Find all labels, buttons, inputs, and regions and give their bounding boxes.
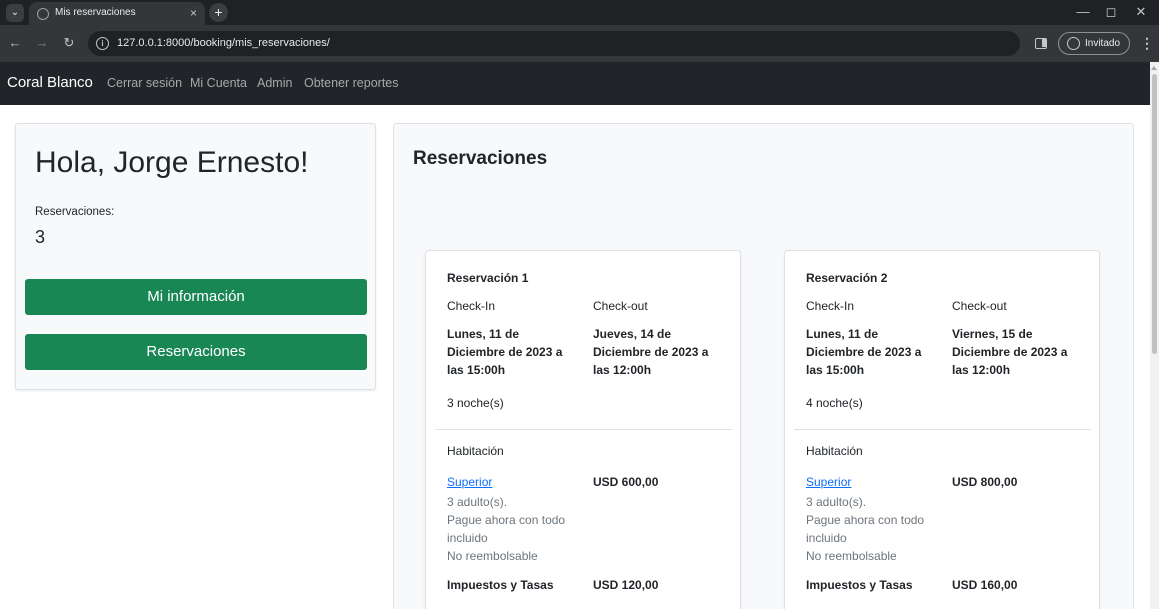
new-tab-icon[interactable]: +	[209, 3, 228, 22]
room-refund-policy: No reembolsable	[447, 549, 538, 563]
tax-label: Impuestos y Tasas	[447, 578, 554, 592]
profile-button[interactable]: Invitado	[1058, 32, 1130, 55]
room-details: 3 adulto(s). Pague ahora con todo inclui…	[447, 493, 582, 565]
checkin-date: Lunes, 11 de Diciembre de 2023 a las 15:…	[447, 327, 563, 377]
brand-logo[interactable]: Coral Blanco	[7, 74, 93, 91]
greeting-heading: Hola, Jorge Ernesto!	[35, 146, 309, 179]
user-summary-card: Hola, Jorge Ernesto! Reservaciones: 3 Mi…	[15, 123, 376, 390]
nights-count: 4 noche(s)	[806, 396, 863, 410]
nav-link-admin[interactable]: Admin	[257, 76, 292, 90]
browser-tab[interactable]: Mis reservaciones ×	[29, 2, 205, 25]
tax-amount: USD 120,00	[593, 578, 659, 592]
checkout-date: Viernes, 15 de Diciembre de 2023 a las 1…	[952, 327, 1068, 377]
reservations-panel: Reservaciones Reservación 1 Check-In Che…	[393, 123, 1134, 609]
tab-search-icon[interactable]: ⌄	[6, 4, 24, 22]
room-details: 3 adulto(s). Pague ahora con todo inclui…	[806, 493, 941, 565]
room-name-link[interactable]: Superior	[447, 475, 492, 489]
nav-link-logout[interactable]: Cerrar sesión	[107, 76, 182, 90]
tab-close-icon[interactable]: ×	[190, 5, 197, 21]
reservations-count: 3	[35, 227, 46, 247]
reservations-heading: Reservaciones	[413, 148, 548, 169]
reload-icon[interactable]: ↻	[60, 34, 78, 52]
checkout-label: Check-out	[952, 299, 1007, 313]
side-panel-icon[interactable]	[1035, 38, 1047, 49]
profile-label: Invitado	[1085, 38, 1121, 49]
divider	[794, 429, 1091, 430]
room-price: USD 800,00	[952, 475, 1018, 489]
scroll-up-icon[interactable]	[1151, 66, 1157, 70]
reservation-card: Reservación 1 Check-In Check-out Lunes, …	[425, 250, 741, 609]
my-info-button[interactable]: Mi información	[25, 279, 367, 315]
room-label: Habitación	[447, 444, 504, 458]
back-arrow-icon[interactable]: ←	[6, 34, 24, 52]
room-rate-plan: Pague ahora con todo incluido	[447, 513, 566, 545]
forward-arrow-icon[interactable]: →	[33, 34, 51, 52]
checkin-label: Check-In	[806, 299, 855, 313]
reservation-title: Reservación 2	[806, 271, 888, 285]
site-info-icon[interactable]: i	[96, 37, 109, 50]
more-menu-icon[interactable]: ⋮	[1140, 34, 1154, 52]
address-bar[interactable]: i 127.0.0.1:8000/booking/mis_reservacion…	[88, 31, 1020, 56]
room-name-link[interactable]: Superior	[806, 475, 851, 489]
checkin-date: Lunes, 11 de Diciembre de 2023 a las 15:…	[806, 327, 922, 377]
page-scrollbar[interactable]	[1150, 62, 1159, 609]
minimize-icon[interactable]: —	[1069, 2, 1097, 22]
restore-icon[interactable]: ◻	[1097, 2, 1125, 22]
site-navbar: Coral Blanco Cerrar sesión Mi Cuenta Adm…	[0, 62, 1159, 105]
room-refund-policy: No reembolsable	[806, 549, 897, 563]
room-occupancy: 3 adulto(s).	[447, 495, 508, 509]
url-text: 127.0.0.1:8000/booking/mis_reservaciones…	[117, 37, 330, 49]
globe-icon	[37, 8, 49, 20]
divider	[435, 429, 732, 430]
room-label: Habitación	[806, 444, 863, 458]
scroll-thumb[interactable]	[1152, 74, 1157, 354]
room-occupancy: 3 adulto(s).	[806, 495, 867, 509]
page-content: Hola, Jorge Ernesto! Reservaciones: 3 Mi…	[0, 105, 1150, 609]
browser-tab-bar: ⌄ Mis reservaciones × + — ◻ ✕	[0, 0, 1159, 25]
browser-toolbar: ← → ↻ i 127.0.0.1:8000/booking/mis_reser…	[0, 25, 1159, 62]
checkout-date: Jueves, 14 de Diciembre de 2023 a las 12…	[593, 327, 709, 377]
nav-link-account[interactable]: Mi Cuenta	[190, 76, 247, 90]
reservations-button[interactable]: Reservaciones	[25, 334, 367, 370]
reservation-card: Reservación 2 Check-In Check-out Lunes, …	[784, 250, 1100, 609]
nights-count: 3 noche(s)	[447, 396, 504, 410]
nav-link-reports[interactable]: Obtener reportes	[304, 76, 399, 90]
window-close-icon[interactable]: ✕	[1127, 2, 1155, 22]
tab-title: Mis reservaciones	[55, 7, 136, 18]
room-price: USD 600,00	[593, 475, 659, 489]
reservations-count-label: Reservaciones:	[35, 206, 115, 218]
tax-label: Impuestos y Tasas	[806, 578, 913, 592]
user-icon	[1067, 37, 1080, 50]
room-rate-plan: Pague ahora con todo incluido	[806, 513, 925, 545]
checkout-label: Check-out	[593, 299, 648, 313]
checkin-label: Check-In	[447, 299, 496, 313]
reservation-title: Reservación 1	[447, 271, 529, 285]
tax-amount: USD 160,00	[952, 578, 1018, 592]
